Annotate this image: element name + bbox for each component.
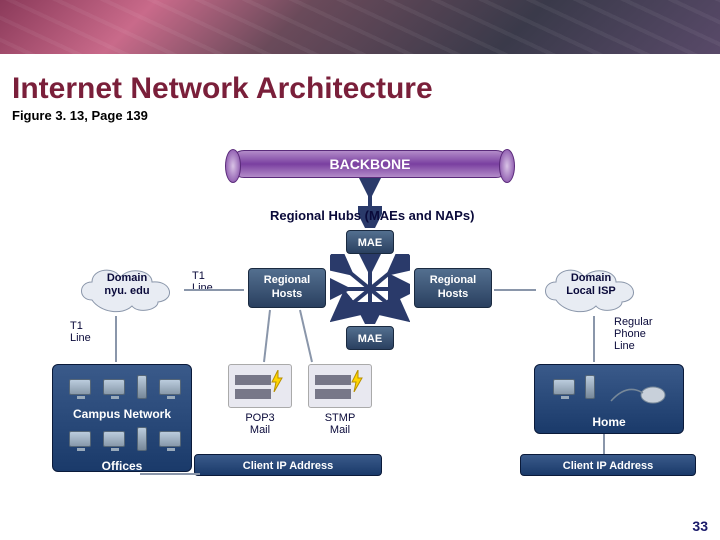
regional-hosts-right-label: Regional Hosts [430,274,476,300]
cloud-domain-nyu-label: Domain nyu. edu [72,272,182,298]
lightning-icon [350,370,364,392]
link-offices-clientip [122,472,196,476]
tower-icon [585,375,595,399]
lightning-icon [270,370,284,392]
cloud-domain-isp-label: Domain Local ISP [536,272,646,298]
decorative-banner [0,0,720,64]
regional-hosts-right: Regional Hosts [414,268,492,308]
backbone-node: BACKBONE [230,150,510,178]
computer-icon [103,379,125,395]
regional-hosts-left-label: Regional Hosts [264,274,310,300]
cloud-domain-isp: Domain Local ISP [536,260,646,316]
smtp-label: STMP Mail [312,412,368,436]
home-box: Home [534,364,684,434]
pop3-label: POP3 Mail [232,412,288,436]
link-rhosts-servers [260,308,320,368]
home-label: Home [535,415,683,429]
computer-icon [159,379,181,395]
offices-label: Offices [53,459,191,473]
hub-cross-arrows [330,254,410,324]
link-cloud-campus [112,314,120,364]
campus-network-label: Campus Network [53,407,191,421]
tower-icon [137,427,147,451]
slide-title: Internet Network Architecture [12,72,708,106]
computer-icon [69,431,91,447]
tower-icon [137,375,147,399]
computer-icon [159,431,181,447]
client-ip-right: Client IP Address [520,454,696,476]
mae-bottom: MAE [346,326,394,350]
page-number: 33 [692,518,708,534]
link-cloud-home [590,314,598,364]
mouse-icon [609,379,669,405]
campus-network-box: Campus Network Offices [52,364,192,472]
network-diagram: BACKBONE Regional Hubs (MAEs and NAPs) M… [0,120,720,520]
t1-line-campus-label: T1 Line [70,320,91,344]
computer-icon [103,431,125,447]
link-cloud-rhosts-left [182,286,248,294]
link-home-clientip [600,434,608,456]
regional-hubs-label: Regional Hubs (MAEs and NAPs) [270,208,474,223]
mae-top: MAE [346,230,394,254]
client-ip-left: Client IP Address [194,454,382,476]
computer-icon [69,379,91,395]
cloud-domain-nyu: Domain nyu. edu [72,260,182,316]
regular-phone-line-label: Regular Phone Line [614,316,653,352]
regional-hosts-left: Regional Hosts [248,268,326,308]
link-rhosts-right-cloud [492,286,538,294]
computer-icon [553,379,575,395]
